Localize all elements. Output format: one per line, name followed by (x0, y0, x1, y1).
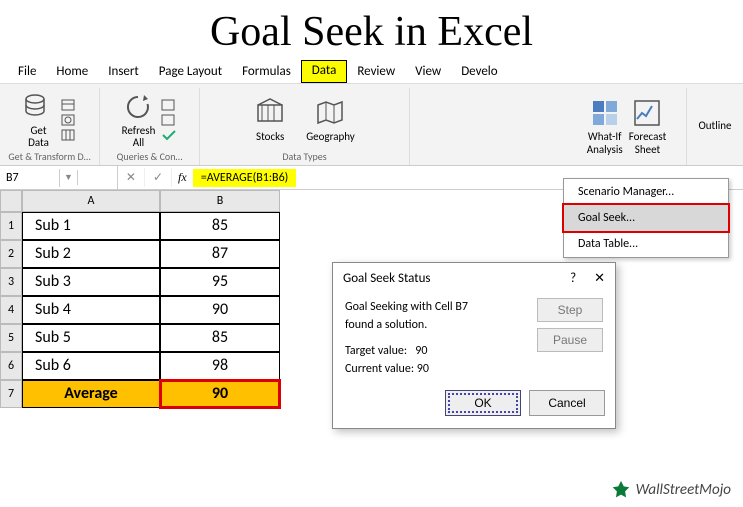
menu-review[interactable]: Review (347, 60, 405, 83)
row-header[interactable]: 1 (0, 212, 22, 240)
geography-label: Geography (306, 131, 355, 143)
row-header[interactable]: 2 (0, 240, 22, 268)
menu-developer[interactable]: Develo (451, 60, 507, 83)
group-label-transform: Get & Transform D… (8, 150, 90, 163)
col-header-a[interactable]: A (22, 190, 160, 212)
row-header[interactable]: 4 (0, 296, 22, 324)
get-data-small-icons[interactable] (61, 98, 77, 142)
step-button[interactable]: Step (537, 298, 603, 322)
cell-b1[interactable]: 85 (160, 212, 280, 240)
refresh-label: Refresh All (122, 125, 156, 149)
dialog-msg-line1: Goal Seeking with Cell B7 (345, 298, 527, 316)
get-data-button[interactable]: Get Data (23, 91, 55, 149)
group-label-queries: Queries & Con… (117, 150, 183, 163)
cell-b2[interactable]: 87 (160, 240, 280, 268)
ribbon: Get Data Get & Transform D… Refresh All … (0, 84, 743, 166)
current-value: 90 (417, 362, 429, 376)
row-header[interactable]: 3 (0, 268, 22, 296)
menu-formulas[interactable]: Formulas (232, 60, 301, 83)
cancel-button[interactable]: Cancel (529, 390, 605, 416)
cell-a4[interactable]: Sub 4 (22, 296, 160, 324)
cancel-formula-icon[interactable]: ✕ (118, 168, 145, 187)
cell-a1[interactable]: Sub 1 (22, 212, 160, 240)
menu-home[interactable]: Home (46, 60, 98, 83)
row-header[interactable]: 6 (0, 352, 22, 380)
refresh-all-button[interactable]: Refresh All (122, 91, 156, 149)
stocks-label: Stocks (256, 131, 284, 143)
page-title: Goal Seek in Excel (0, 0, 743, 60)
menu-item-scenario-manager[interactable]: Scenario Manager... (564, 179, 728, 205)
menu-data[interactable]: Data (301, 60, 348, 83)
dialog-close-icon[interactable]: ✕ (594, 271, 605, 286)
menu-view[interactable]: View (405, 60, 451, 83)
dialog-title: Goal Seek Status (343, 271, 431, 286)
whatif-analysis-button[interactable]: What-If Analysis (587, 97, 623, 155)
menu-bar: File Home Insert Page Layout Formulas Da… (0, 60, 743, 84)
current-value-label: Current value: (345, 362, 414, 376)
menu-file[interactable]: File (8, 60, 46, 83)
name-box[interactable]: B7 (0, 169, 60, 187)
whatif-dropdown-menu: Scenario Manager... Goal Seek... Data Ta… (563, 178, 729, 258)
dialog-msg-line2: found a solution. (345, 316, 527, 334)
cell-a7[interactable]: Average (22, 380, 160, 408)
geography-button[interactable]: Geography (306, 97, 355, 143)
menu-pagelayout[interactable]: Page Layout (149, 60, 232, 83)
stocks-button[interactable]: Stocks (254, 97, 286, 143)
outline-button[interactable]: Outline (698, 120, 731, 132)
target-value-label: Target value: (345, 344, 407, 358)
dialog-help-icon[interactable]: ? (570, 271, 576, 286)
whatif-label: What-If Analysis (587, 131, 623, 155)
select-all-corner[interactable] (0, 190, 22, 212)
cell-a5[interactable]: Sub 5 (22, 324, 160, 352)
row-header[interactable]: 5 (0, 324, 22, 352)
queries-small-icons[interactable] (161, 98, 177, 142)
row-header[interactable]: 7 (0, 380, 22, 408)
fx-button[interactable]: fx (172, 168, 193, 187)
goal-seek-status-dialog: Goal Seek Status ? ✕ Goal Seeking with C… (332, 262, 616, 429)
watermark-text: WallStreetMojo (636, 481, 731, 499)
cell-a6[interactable]: Sub 6 (22, 352, 160, 380)
cell-b3[interactable]: 95 (160, 268, 280, 296)
formula-input[interactable]: =AVERAGE(B1:B6) (193, 169, 297, 187)
cell-b7[interactable]: 90 (160, 380, 280, 408)
cell-a2[interactable]: Sub 2 (22, 240, 160, 268)
get-data-label: Get Data (28, 125, 49, 149)
ok-button[interactable]: OK (445, 390, 521, 416)
namebox-dropdown-icon[interactable]: ▼ (60, 170, 78, 185)
forecast-label: Forecast Sheet (629, 131, 667, 155)
menu-insert[interactable]: Insert (98, 60, 149, 83)
cell-b5[interactable]: 85 (160, 324, 280, 352)
col-header-b[interactable]: B (160, 190, 280, 212)
pause-button[interactable]: Pause (537, 328, 603, 352)
cell-a3[interactable]: Sub 3 (22, 268, 160, 296)
outline-label: Outline (698, 120, 731, 132)
enter-formula-icon[interactable]: ✓ (145, 168, 172, 187)
watermark: WallStreetMojo (610, 479, 731, 501)
group-label-datatypes: Data Types (282, 150, 326, 163)
forecast-sheet-button[interactable]: Forecast Sheet (629, 97, 667, 155)
watermark-icon (610, 479, 632, 501)
cell-b6[interactable]: 98 (160, 352, 280, 380)
cell-b4[interactable]: 90 (160, 296, 280, 324)
target-value: 90 (415, 344, 427, 358)
menu-item-goal-seek[interactable]: Goal Seek... (564, 205, 728, 231)
menu-item-data-table[interactable]: Data Table... (564, 231, 728, 257)
